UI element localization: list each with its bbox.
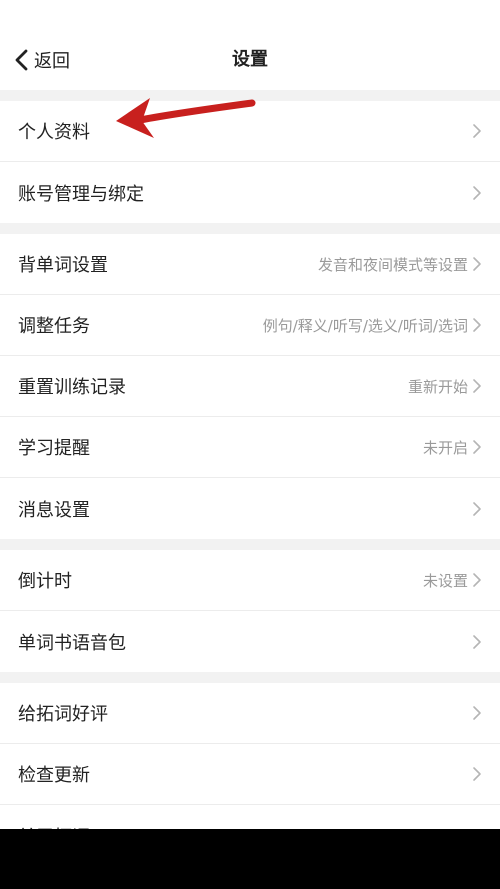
bottom-black-bar — [0, 829, 500, 889]
row-value: 未开启 — [422, 438, 468, 457]
settings-screen: 返回 设置 个人资料账号管理与绑定 背单词设置 发音和夜间模式等设置调整任务 例句/释… — [0, 0, 500, 829]
settings-row[interactable]: 学习提醒 未开启 — [0, 417, 500, 478]
chevron-right-icon — [472, 766, 482, 782]
settings-row[interactable]: 给拓词好评 — [0, 683, 500, 744]
row-value: 例句/释义/听写/选义/听词/选词 — [262, 316, 468, 335]
back-button[interactable]: 返回 — [14, 30, 70, 90]
section-divider — [0, 90, 500, 101]
settings-row[interactable]: 关于拓词 — [0, 805, 500, 829]
row-label: 个人资料 — [18, 122, 90, 143]
row-label: 账号管理与绑定 — [18, 183, 144, 205]
chevron-right-icon — [472, 572, 482, 588]
settings-row[interactable]: 倒计时 未设置 — [0, 550, 500, 611]
settings-row[interactable]: 调整任务 例句/释义/听写/选义/听词/选词 — [0, 295, 500, 356]
settings-row[interactable]: 个人资料 — [0, 101, 500, 162]
row-label: 重置训练记录 — [18, 377, 126, 398]
row-value: 未设置 — [422, 571, 468, 590]
back-label: 返回 — [34, 51, 70, 72]
section-divider — [0, 672, 500, 683]
row-label: 关于拓词 — [18, 823, 90, 830]
nav-bar: 返回 设置 — [0, 30, 500, 90]
chevron-right-icon — [472, 828, 482, 829]
chevron-right-icon — [472, 317, 482, 333]
section-divider — [0, 539, 500, 550]
row-label: 检查更新 — [18, 765, 90, 786]
settings-row[interactable]: 单词书语音包 — [0, 611, 500, 672]
row-value: 发音和夜间模式等设置 — [317, 255, 468, 274]
settings-row[interactable]: 检查更新 — [0, 744, 500, 805]
settings-row[interactable]: 账号管理与绑定 — [0, 162, 500, 223]
chevron-right-icon — [472, 501, 482, 517]
settings-row[interactable]: 背单词设置 发音和夜间模式等设置 — [0, 234, 500, 295]
row-label: 给拓词好评 — [18, 704, 108, 725]
row-label: 背单词设置 — [18, 255, 108, 276]
chevron-right-icon — [472, 634, 482, 650]
settings-row[interactable]: 重置训练记录 重新开始 — [0, 356, 500, 417]
row-label: 倒计时 — [18, 571, 72, 592]
row-label: 学习提醒 — [18, 438, 90, 459]
page-title: 设置 — [232, 49, 268, 70]
chevron-right-icon — [472, 439, 482, 455]
section-divider — [0, 223, 500, 234]
chevron-right-icon — [472, 378, 482, 394]
settings-row[interactable]: 消息设置 — [0, 478, 500, 539]
row-label: 调整任务 — [18, 316, 90, 337]
row-label: 消息设置 — [18, 499, 90, 521]
chevron-right-icon — [472, 256, 482, 272]
chevron-left-icon — [14, 49, 30, 71]
settings-list: 个人资料账号管理与绑定 背单词设置 发音和夜间模式等设置调整任务 例句/释义/听写/选… — [0, 90, 500, 829]
chevron-right-icon — [472, 705, 482, 721]
row-label: 单词书语音包 — [18, 632, 126, 654]
chevron-right-icon — [472, 123, 482, 139]
chevron-right-icon — [472, 185, 482, 201]
row-value: 重新开始 — [407, 377, 468, 396]
status-bar — [0, 0, 500, 30]
